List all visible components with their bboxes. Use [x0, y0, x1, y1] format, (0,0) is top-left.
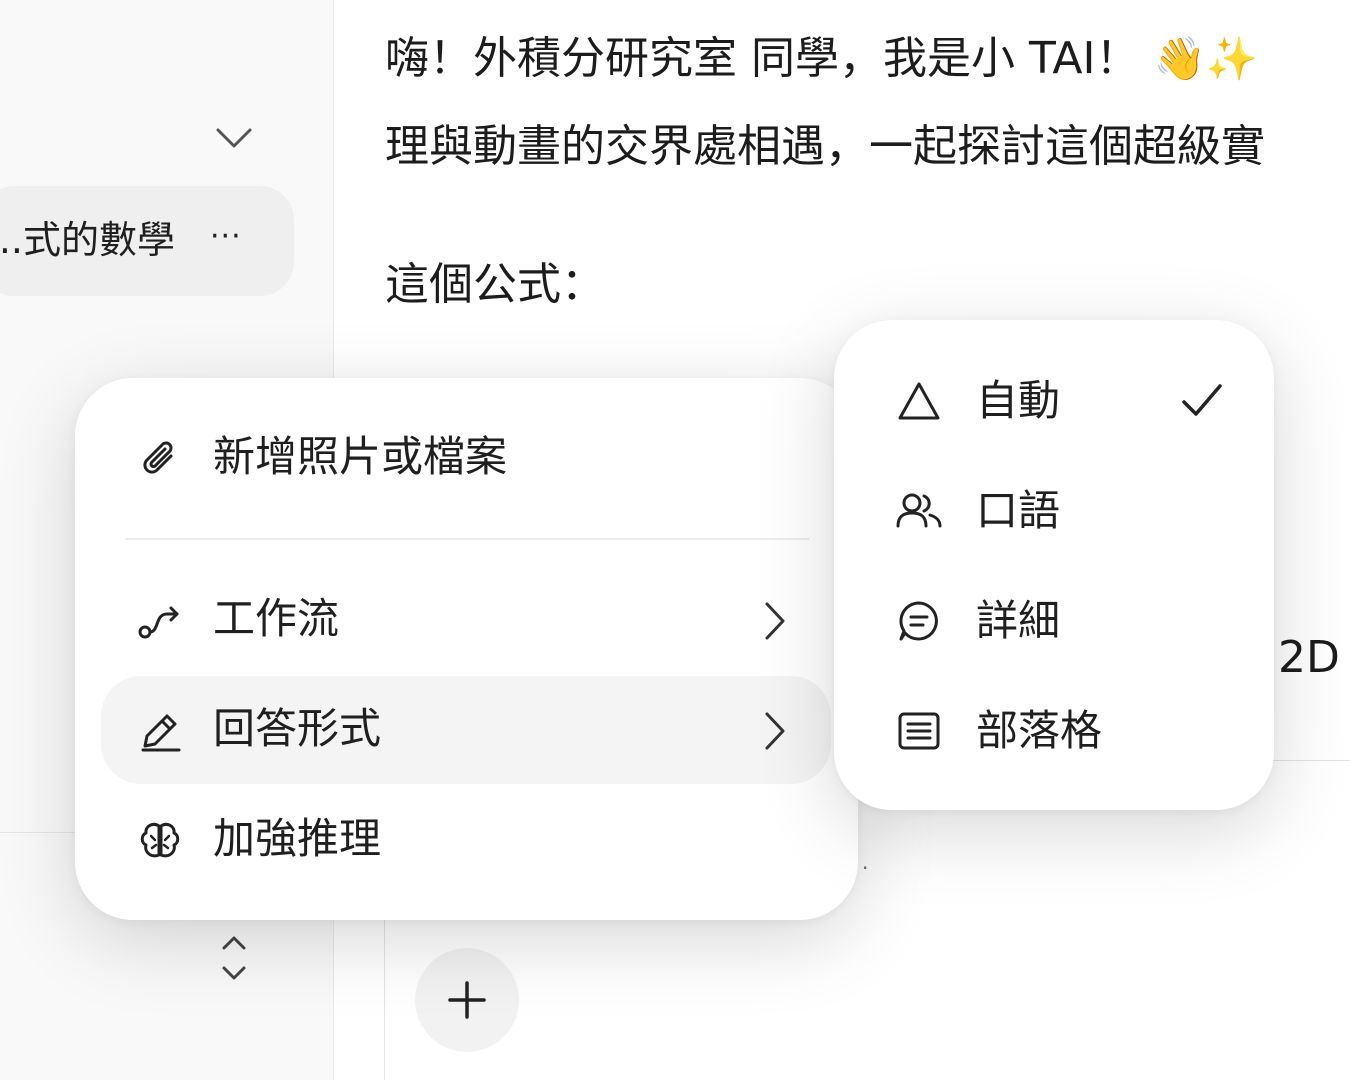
partial-text-dot: .	[862, 850, 869, 874]
chat-message-line-1: 嗨！外積分研究室 同學，我是小 TAI！ 👋✨	[385, 30, 1258, 88]
chevron-up-down-icon[interactable]	[218, 934, 250, 982]
chevron-right-icon	[765, 602, 785, 640]
workflow-icon	[138, 606, 179, 639]
paperclip-icon	[143, 441, 173, 474]
chat-bubble-icon	[899, 601, 938, 641]
chat-message-line-2: 理與動畫的交界處相遇，一起探討這個超級實	[385, 121, 1265, 172]
menu-item-label: 新增照片或檔案	[213, 432, 508, 481]
triangle-icon	[898, 382, 940, 420]
chat-message-line-3: 這個公式：	[385, 259, 605, 310]
menu-item-add-file[interactable]: 新增照片或檔案	[101, 404, 831, 512]
chevron-right-icon	[765, 712, 785, 750]
submenu-item-auto[interactable]: 自動	[834, 350, 1274, 450]
submenu-item-label: 部落格	[976, 706, 1103, 755]
submenu-item-detailed[interactable]: 詳細	[834, 570, 1274, 670]
menu-item-label: 工作流	[213, 594, 340, 643]
menu-item-enhanced-reasoning[interactable]: 加強推理	[101, 786, 831, 894]
pencil-icon	[141, 714, 181, 752]
submenu-item-label: 詳細	[976, 596, 1061, 645]
menu-item-label: 加強推理	[213, 814, 382, 863]
checkmark-icon	[1182, 384, 1222, 416]
submenu-item-label: 口語	[976, 486, 1061, 535]
answer-style-submenu: 自動 口語 詳細 部落格	[834, 320, 1274, 810]
document-lines-icon	[898, 712, 940, 750]
more-options-button[interactable]: ···	[210, 222, 242, 252]
wave-sparkles-emoji: 👋✨	[1153, 34, 1259, 83]
menu-item-workflow[interactable]: 工作流	[101, 566, 831, 674]
chevron-down-icon[interactable]	[214, 122, 254, 152]
add-button[interactable]	[415, 948, 519, 1052]
menu-divider	[125, 538, 809, 540]
plus-icon	[448, 981, 486, 1019]
sidebar-conversation-title[interactable]: 式的數學...	[0, 214, 175, 266]
menu-item-answer-style[interactable]: 回答形式	[101, 676, 831, 784]
composer-border	[384, 900, 385, 1080]
chat-message-text: 嗨！外積分研究室 同學，我是小 TAI！	[385, 33, 1140, 84]
menu-item-label: 回答形式	[213, 704, 382, 753]
brain-icon	[140, 822, 180, 858]
people-icon	[896, 493, 942, 528]
submenu-item-colloquial[interactable]: 口語	[834, 460, 1274, 560]
submenu-item-blog[interactable]: 部落格	[834, 680, 1274, 780]
submenu-item-label: 自動	[976, 376, 1061, 425]
composer-options-menu: 新增照片或檔案 工作流 回答形式 加強推理	[75, 378, 858, 920]
partial-text-2d: 2D	[1278, 632, 1340, 683]
composer-border-top	[1270, 760, 1350, 761]
